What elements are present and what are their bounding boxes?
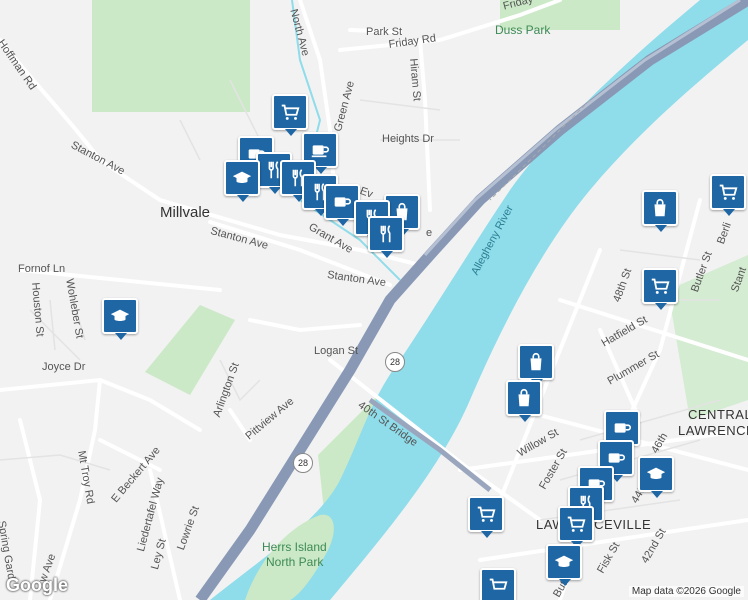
park-area-small <box>145 305 235 395</box>
route-28-shield-south: 28 <box>293 453 313 473</box>
school-icon[interactable] <box>546 544 582 586</box>
map-attribution: Map data ©2026 Google <box>628 586 744 597</box>
street-label: e <box>426 227 433 239</box>
street-label: Joyce Dr <box>42 361 86 373</box>
fork-knife-icon[interactable] <box>368 216 404 258</box>
street-label: Park St <box>366 26 403 38</box>
park-label-herrs-1: Herrs Island <box>262 540 327 554</box>
shopping-cart-icon[interactable] <box>272 94 308 136</box>
street-label: Heights Dr <box>382 133 434 145</box>
shopping-cart-icon[interactable] <box>642 268 678 310</box>
shopping-bag-icon[interactable] <box>518 344 554 386</box>
shopping-cart-icon[interactable] <box>710 174 746 216</box>
shopping-bag-icon[interactable] <box>506 380 542 422</box>
google-logo: Google <box>6 575 68 595</box>
street-label: Hiram St <box>407 57 423 102</box>
park-label-herrs-2: North Park <box>266 555 324 569</box>
place-label-central-1: CENTRAL <box>688 407 748 422</box>
place-label-central-2: LAWRENCEV <box>678 423 748 438</box>
map-canvas[interactable]: Millvale LAWRENCEVILLE CENTRAL LAWRENCEV… <box>0 0 748 600</box>
shopping-cart-icon[interactable] <box>480 568 516 600</box>
school-icon[interactable] <box>224 160 260 202</box>
school-icon[interactable] <box>102 298 138 340</box>
street-label: Fornof Ln <box>18 263 66 275</box>
park-label-duss: Duss Park <box>495 23 551 37</box>
street-label: Logan St <box>314 345 359 357</box>
place-label-millvale: Millvale <box>160 204 211 221</box>
shopping-cart-icon[interactable] <box>558 506 594 548</box>
shopping-cart-icon[interactable] <box>468 496 504 538</box>
park-area <box>92 0 250 112</box>
shopping-bag-icon[interactable] <box>642 190 678 232</box>
route-28-shield: 28 <box>385 352 405 372</box>
school-icon[interactable] <box>638 456 674 498</box>
